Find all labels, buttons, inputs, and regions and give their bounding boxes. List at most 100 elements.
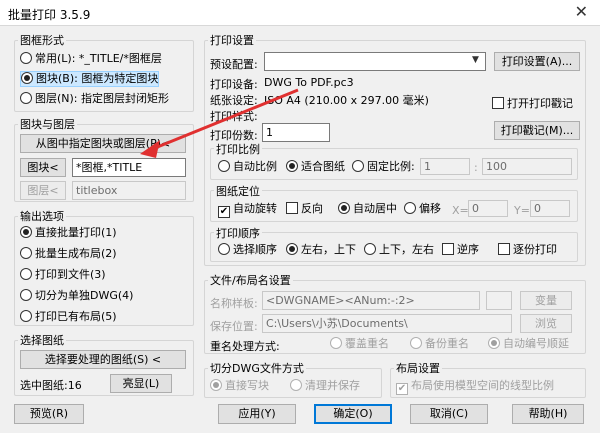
- device-label: 打印设备:: [210, 78, 258, 91]
- scale-option-fixed[interactable]: 固定比例:: [352, 160, 415, 174]
- radio-icon: [20, 268, 32, 280]
- select-frames-label: 选择图纸: [18, 332, 66, 348]
- name-template-label: 名称样板:: [210, 297, 258, 310]
- radio-icon: [330, 337, 342, 349]
- frame-style-label: 图框形式: [18, 32, 66, 48]
- radio-icon: [286, 160, 298, 172]
- save-location-field[interactable]: C:\Users\小苏\Documents\: [262, 314, 512, 333]
- layout-settings-label: 布局设置: [394, 360, 442, 376]
- block-name-field[interactable]: *图框,*TITLE: [72, 158, 186, 177]
- window-title: 批量打印 3.5.9: [8, 8, 91, 22]
- paper-label: 纸张设定:: [210, 94, 258, 107]
- auto-rotate-checkbox[interactable]: ✔ 自动旋转: [218, 202, 277, 218]
- frame-style-option-common[interactable]: 常用(L): *_TITLE/*图框层: [20, 52, 162, 66]
- layer-button[interactable]: 图层<: [20, 181, 66, 200]
- split-option-purge[interactable]: 清理并保存: [290, 379, 360, 393]
- radio-icon: [20, 310, 32, 322]
- output-option-existing[interactable]: 打印已有布局(5): [20, 310, 117, 324]
- radio-icon: [20, 289, 32, 301]
- radio-icon: [404, 202, 416, 214]
- dup-option-autonumber[interactable]: 自动编号顺延: [488, 337, 569, 351]
- radio-icon: [20, 52, 32, 64]
- scale-colon: :: [474, 161, 478, 174]
- radio-icon: [364, 243, 376, 255]
- preview-button[interactable]: 预览(R): [14, 404, 84, 424]
- split-label: 切分DWG文件方式: [208, 360, 306, 376]
- print-settings-button[interactable]: 打印设置(A)...: [494, 52, 580, 71]
- output-label: 输出选项: [18, 208, 66, 224]
- close-icon[interactable]: ✕: [575, 2, 588, 21]
- file-layout-label: 文件/布局名设置: [208, 272, 293, 288]
- device-value: DWG To PDF.pc3: [264, 76, 354, 89]
- radio-icon: [338, 202, 350, 214]
- output-option-layout[interactable]: 批量生成布局(2): [20, 247, 117, 261]
- name-template-field[interactable]: <DWGNAME><ANum:-:2>: [262, 291, 480, 310]
- print-stamp-button[interactable]: 打印戳记(M)...: [494, 121, 580, 140]
- x-offset-field[interactable]: 0: [468, 200, 508, 217]
- block-layer-label: 图块与图层: [18, 116, 77, 132]
- duplicate-label: 重名处理方式:: [210, 340, 280, 353]
- help-button[interactable]: 帮助(H): [512, 404, 584, 424]
- radio-icon: [20, 92, 32, 104]
- radio-icon: [290, 379, 302, 391]
- dup-option-overwrite[interactable]: 覆盖重名: [330, 337, 389, 351]
- ok-button[interactable]: 确定(O): [314, 404, 392, 424]
- variable-button[interactable]: 变量: [520, 291, 572, 310]
- chevron-down-icon[interactable]: ▼: [472, 55, 479, 65]
- browse-button[interactable]: 浏览: [520, 314, 572, 333]
- select-frames-button[interactable]: 选择要处理的图纸(S) <: [20, 350, 186, 369]
- highlight-button[interactable]: 亮显(L): [110, 374, 172, 393]
- variable-field[interactable]: [486, 291, 512, 310]
- y-offset-field[interactable]: 0: [530, 200, 570, 217]
- radio-icon: [410, 337, 422, 349]
- output-option-file[interactable]: 打印到文件(3): [20, 268, 106, 282]
- layer-name-field[interactable]: titlebox: [72, 181, 186, 200]
- radio-icon: [21, 72, 33, 84]
- checkbox-icon: [492, 97, 504, 109]
- scale-option-auto[interactable]: 自动比例: [218, 160, 277, 174]
- one-by-one-checkbox[interactable]: 逐份打印: [498, 243, 557, 257]
- reverse-order-checkbox[interactable]: 逆序: [442, 243, 479, 257]
- order-option-lr[interactable]: 左右，上下: [286, 243, 356, 257]
- radio-icon: [352, 160, 364, 172]
- radio-icon: [218, 243, 230, 255]
- checkbox-icon: [442, 243, 454, 255]
- x-label: X=: [452, 204, 469, 217]
- pick-block-layer-button[interactable]: 从图中指定图块或图层(P)<: [20, 134, 186, 153]
- open-stamp-checkbox[interactable]: 打开打印戳记: [492, 97, 573, 111]
- checkmark-icon: ✔: [396, 383, 408, 395]
- offset-option[interactable]: 偏移: [404, 202, 441, 216]
- radio-icon: [20, 226, 32, 238]
- paper-value: ISO A4 (210.00 x 297.00 毫米): [264, 94, 429, 107]
- model-linetype-checkbox[interactable]: ✔ 布局使用模型空间的线型比例: [396, 379, 554, 395]
- radio-icon: [286, 243, 298, 255]
- preset-select[interactable]: [264, 52, 486, 71]
- radio-icon: [210, 379, 222, 391]
- checkbox-icon: [498, 243, 510, 255]
- radio-icon: [218, 160, 230, 172]
- scale-option-fit[interactable]: 适合图纸: [286, 160, 345, 174]
- scale-left-field[interactable]: 1: [420, 158, 470, 175]
- selected-count: 选中图纸:16: [20, 379, 82, 392]
- copies-field[interactable]: 1: [262, 123, 330, 142]
- reverse-rotate-checkbox[interactable]: 反向: [286, 202, 323, 216]
- order-option-selection[interactable]: 选择顺序: [218, 243, 277, 257]
- cancel-button[interactable]: 取消(C): [410, 404, 488, 424]
- style-label: 打印样式:: [210, 110, 258, 123]
- output-option-print[interactable]: 直接批量打印(1): [20, 226, 117, 240]
- frame-style-option-layer[interactable]: 图层(N): 指定图层封闭矩形: [20, 92, 169, 106]
- auto-center-option[interactable]: 自动居中: [338, 202, 397, 216]
- dup-option-backup[interactable]: 备份重名: [410, 337, 469, 351]
- order-option-ud[interactable]: 上下，左右: [364, 243, 434, 257]
- scale-right-field[interactable]: 100: [482, 158, 572, 175]
- frame-style-option-block[interactable]: 图块(B): 图框为特定图块: [20, 71, 160, 87]
- split-option-wblock[interactable]: 直接写块: [210, 379, 269, 393]
- block-button[interactable]: 图块<: [20, 158, 66, 177]
- y-label: Y=: [514, 204, 530, 217]
- print-settings-label: 打印设置: [208, 32, 256, 48]
- apply-button[interactable]: 应用(Y): [218, 404, 296, 424]
- radio-icon: [20, 247, 32, 259]
- preset-label: 预设配置:: [210, 58, 258, 71]
- radio-icon: [488, 337, 500, 349]
- output-option-split[interactable]: 切分为单独DWG(4): [20, 289, 133, 303]
